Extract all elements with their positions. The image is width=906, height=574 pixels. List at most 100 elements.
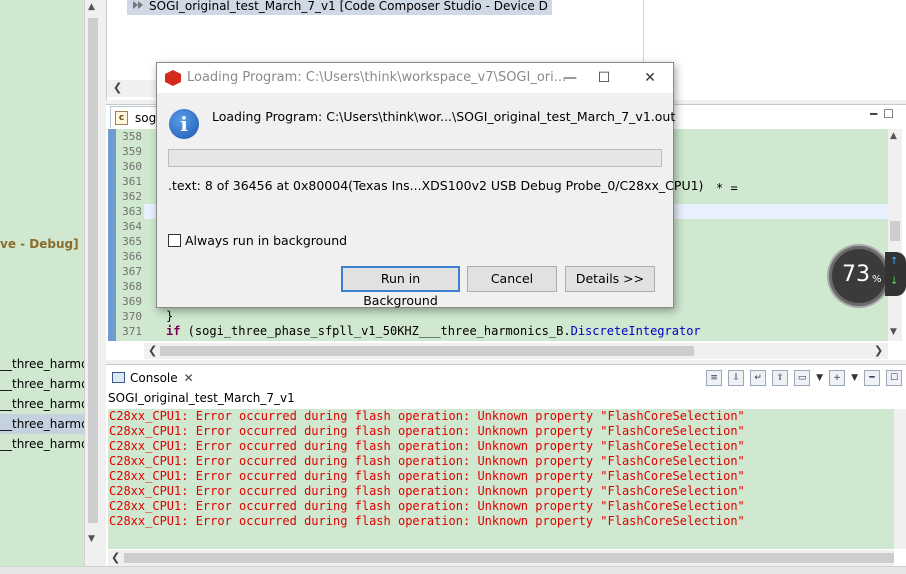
scrollbar-thumb[interactable] bbox=[124, 553, 894, 563]
line-number: 361 bbox=[122, 175, 142, 188]
line-number: 367 bbox=[122, 265, 142, 278]
status-bar bbox=[0, 566, 906, 574]
scroll-up-arrow-icon[interactable]: ▲ bbox=[890, 131, 897, 141]
open-console-icon[interactable]: + bbox=[829, 370, 846, 386]
console-monitor-icon bbox=[112, 372, 125, 383]
line-number: 365 bbox=[122, 235, 142, 248]
info-icon: i bbox=[169, 109, 199, 139]
minimize-icon[interactable]: ━ bbox=[864, 370, 880, 386]
word-wrap-icon[interactable]: ↵ bbox=[750, 370, 767, 386]
always-run-checkbox[interactable] bbox=[168, 233, 181, 247]
scroll-down-arrow-icon[interactable]: ▼ bbox=[890, 327, 897, 337]
display-console-icon[interactable]: ▭ bbox=[794, 370, 811, 386]
ccs-cube-icon bbox=[165, 70, 181, 86]
scroll-left-arrow-icon[interactable]: ❮ bbox=[148, 344, 157, 357]
code-line-370: } bbox=[166, 309, 174, 323]
code-keyword: if bbox=[166, 324, 181, 338]
left-panel-scrollbar[interactable]: ▲ ▼ bbox=[84, 0, 100, 574]
scrollbar-thumb[interactable] bbox=[88, 18, 98, 523]
console-error-line: C28xx_CPU1: Error occurred during flash … bbox=[109, 514, 745, 528]
usage-gauge[interactable]: 73 % bbox=[829, 246, 889, 306]
console-error-line: C28xx_CPU1: Error occurred during flash … bbox=[109, 424, 745, 438]
debug-session-label: ve - Debug] bbox=[0, 237, 79, 251]
list-item[interactable]: __three_harmo bbox=[0, 434, 84, 454]
line-number: 369 bbox=[122, 295, 142, 308]
line-number: 359 bbox=[122, 145, 142, 158]
code-line-371: if (sogi_three_phase_sfpll_v1_50KHZ___th… bbox=[166, 324, 701, 339]
dialog-titlebar[interactable]: Loading Program: C:\Users\think\workspac… bbox=[157, 63, 673, 93]
details-button[interactable]: Details >> bbox=[565, 266, 655, 292]
line-number: 364 bbox=[122, 220, 142, 233]
always-run-label[interactable]: Always run in background bbox=[185, 233, 347, 248]
scroll-down-arrow-icon[interactable]: ▼ bbox=[88, 534, 95, 544]
maximize-icon[interactable]: ☐ bbox=[883, 107, 900, 121]
editor-overview-ruler bbox=[108, 129, 116, 341]
console-error-line: C28xx_CPU1: Error occurred during flash … bbox=[109, 499, 745, 513]
c-file-icon: c bbox=[115, 111, 128, 125]
line-number: 358 bbox=[122, 130, 142, 143]
clear-console-icon[interactable]: ≡ bbox=[706, 370, 723, 386]
dialog-title: Loading Program: C:\Users\think\workspac… bbox=[187, 70, 567, 85]
close-icon[interactable]: ✕ bbox=[184, 371, 194, 385]
debug-session-text: SOGI_original_test_March_7_v1 [Code Comp… bbox=[149, 0, 548, 13]
loading-message: Loading Program: C:\Users\think\wor...\S… bbox=[212, 109, 676, 124]
editor-vscroll[interactable]: ▲ ▼ bbox=[888, 129, 902, 341]
minimize-button[interactable]: — bbox=[555, 67, 585, 89]
console-tab-label: Console bbox=[130, 371, 178, 385]
progress-detail: .text: 8 of 36456 at 0x80004(Texas Ins..… bbox=[168, 178, 704, 193]
chevron-down-icon[interactable]: ▼ bbox=[851, 373, 858, 383]
code-text: (sogi_three_phase_sfpll_v1_50KHZ___three… bbox=[180, 324, 571, 338]
console-vscroll[interactable] bbox=[894, 409, 906, 549]
console-toolbar: ≡ ⇩ ↵ ⇪ ▭ ▼ + ▼ ━ ☐ bbox=[706, 369, 902, 387]
upload-arrow-icon: ↑ bbox=[890, 256, 899, 267]
line-number: 366 bbox=[122, 250, 142, 263]
line-number: 370 bbox=[122, 310, 142, 323]
run-in-background-button[interactable]: Run in Background bbox=[341, 266, 460, 308]
dialog-body: i Loading Program: C:\Users\think\wor...… bbox=[157, 93, 703, 308]
pin-console-icon[interactable]: ⇪ bbox=[772, 370, 789, 386]
debug-session-row[interactable]: SOGI_original_test_March_7_v1 [Code Comp… bbox=[127, 0, 552, 15]
list-item[interactable]: __three_harmo bbox=[0, 394, 84, 414]
code-line-361-tail: * = bbox=[716, 181, 738, 195]
code-field: DiscreteIntegrator bbox=[570, 324, 701, 338]
debug-left-panel: ve - Debug] __three_harmo __three_harmo … bbox=[0, 0, 100, 574]
gauge-value: 73 bbox=[842, 262, 870, 287]
list-item-selected[interactable]: __three_harmo bbox=[0, 414, 84, 434]
editor-window-controls: ━☐ bbox=[870, 107, 900, 121]
loading-program-dialog: Loading Program: C:\Users\think\workspac… bbox=[156, 62, 703, 308]
console-output[interactable]: C28xx_CPU1: Error occurred during flash … bbox=[108, 409, 894, 549]
console-error-line: C28xx_CPU1: Error occurred during flash … bbox=[109, 484, 745, 498]
console-error-line: C28xx_CPU1: Error occurred during flash … bbox=[109, 469, 745, 483]
line-number: 362 bbox=[122, 190, 142, 203]
console-error-line: C28xx_CPU1: Error occurred during flash … bbox=[109, 454, 745, 468]
console-tab[interactable]: Console ✕ bbox=[110, 367, 194, 389]
maximize-button[interactable]: ☐ bbox=[589, 67, 619, 89]
minimize-icon[interactable]: ━ bbox=[870, 107, 883, 121]
list-item[interactable]: __three_harmo bbox=[0, 374, 84, 394]
download-arrow-icon: ↓ bbox=[890, 276, 899, 287]
always-run-checkbox-row[interactable]: Always run in background bbox=[168, 232, 347, 248]
scroll-left-arrow-icon[interactable]: ❮ bbox=[113, 81, 122, 94]
console-error-line: C28xx_CPU1: Error occurred during flash … bbox=[109, 439, 745, 453]
gauge-unit: % bbox=[872, 274, 882, 285]
scroll-lock-icon[interactable]: ⇩ bbox=[728, 370, 745, 386]
maximize-icon[interactable]: ☐ bbox=[886, 370, 902, 386]
line-number: 368 bbox=[122, 280, 142, 293]
scroll-left-arrow-icon[interactable]: ❮ bbox=[111, 551, 120, 564]
line-number: 371 bbox=[122, 325, 142, 338]
scrollbar-thumb[interactable] bbox=[160, 346, 694, 356]
cancel-button[interactable]: Cancel bbox=[467, 266, 557, 292]
scrollbar-thumb[interactable] bbox=[890, 221, 900, 241]
line-number: 363 bbox=[122, 205, 142, 218]
console-title: SOGI_original_test_March_7_v1 bbox=[108, 391, 295, 405]
chevron-down-icon[interactable]: ▼ bbox=[816, 373, 823, 383]
gauge-network-indicator: ↑ ↓ bbox=[885, 252, 906, 296]
list-item[interactable]: __three_harmo bbox=[0, 354, 84, 374]
scroll-up-arrow-icon[interactable]: ▲ bbox=[88, 2, 95, 12]
close-button[interactable]: ✕ bbox=[635, 67, 665, 89]
debug-session-icon bbox=[131, 0, 145, 10]
line-number: 360 bbox=[122, 160, 142, 173]
scroll-right-arrow-icon[interactable]: ❯ bbox=[874, 344, 883, 357]
editor-hscroll[interactable]: ❮ ❯ bbox=[144, 343, 888, 359]
console-hscroll[interactable]: ❮ bbox=[108, 550, 894, 566]
